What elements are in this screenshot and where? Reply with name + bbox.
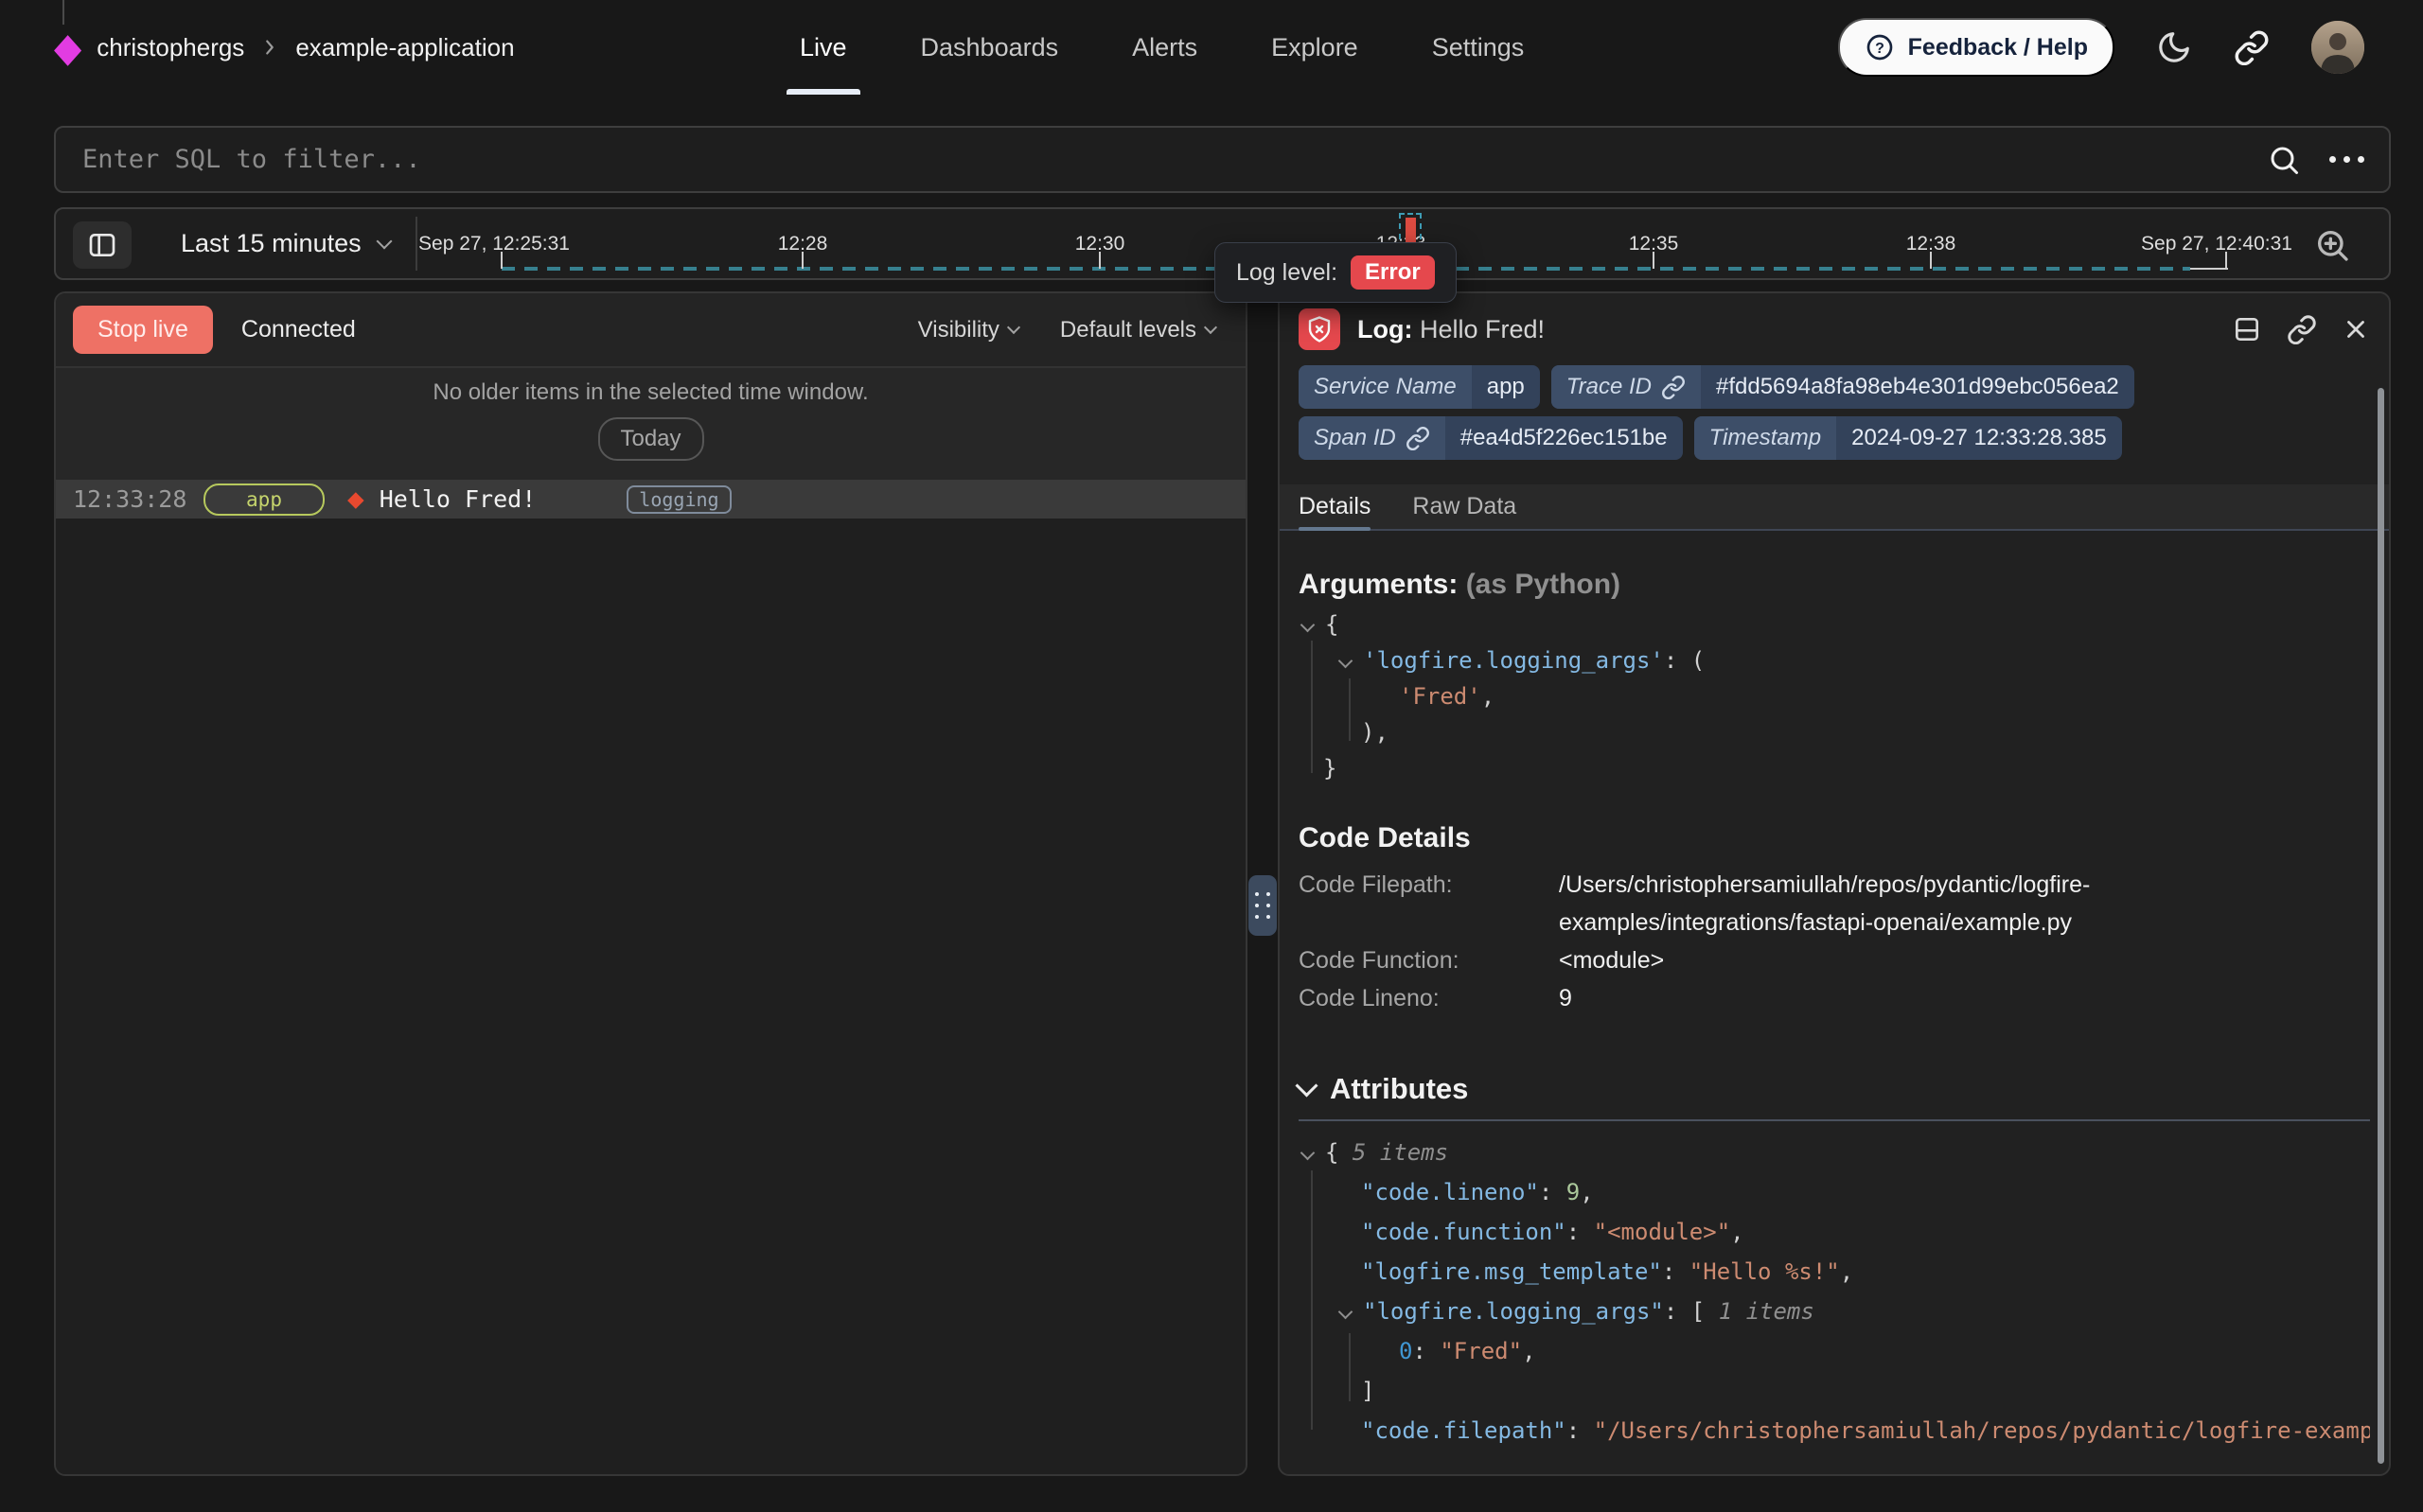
- today-button[interactable]: Today: [597, 417, 703, 461]
- more-options-icon[interactable]: [2329, 156, 2364, 163]
- attributes-heading[interactable]: Attributes: [1299, 1072, 2370, 1106]
- arguments-code-block: {'logfire.logging_args': ('Fred',),}: [1299, 607, 2370, 786]
- nav-tab-settings[interactable]: Settings: [1432, 0, 1525, 95]
- connection-status: Connected: [241, 316, 356, 343]
- empty-window-message: No older items in the selected time wind…: [56, 379, 1246, 406]
- timeline-axis-end: [2190, 268, 2228, 270]
- sql-filter-bar: [54, 126, 2391, 193]
- copy-link-icon[interactable]: [2287, 314, 2317, 344]
- service-badge: app: [203, 483, 325, 516]
- nav-tab-alerts[interactable]: Alerts: [1132, 0, 1197, 95]
- feedback-help-button[interactable]: ? Feedback / Help: [1838, 18, 2114, 77]
- nav-tab-dashboards[interactable]: Dashboards: [921, 0, 1059, 95]
- trace-id-badge[interactable]: Trace ID #fdd5694a8fa98eb4e301d99ebc056e…: [1551, 365, 2134, 409]
- link-icon: [1406, 426, 1430, 450]
- panel-resize-handle[interactable]: [1248, 875, 1277, 936]
- attributes-code-block: { 5 items"code.lineno": 9,"code.function…: [1299, 1133, 2370, 1450]
- nav-tab-explore[interactable]: Explore: [1271, 0, 1358, 95]
- breadcrumb-org[interactable]: christophergs: [97, 33, 244, 62]
- user-avatar[interactable]: [2311, 21, 2364, 74]
- share-link-icon[interactable]: [2234, 29, 2270, 65]
- detail-tabs: Details Raw Data: [1280, 484, 2389, 531]
- metadata-badges: Service Name app Trace ID #fdd5694a8fa98…: [1280, 363, 2389, 460]
- chevron-down-icon: [1295, 1074, 1318, 1097]
- scrollbar-thumb[interactable]: [2378, 388, 2384, 1464]
- zoom-in-icon[interactable]: [2313, 226, 2351, 264]
- divider: [1299, 1119, 2370, 1121]
- code-function-row: Code Function: <module>: [1299, 941, 2370, 979]
- default-levels-dropdown[interactable]: Default levels: [1060, 317, 1215, 343]
- log-message: Hello Fred!: [380, 485, 537, 513]
- question-circle-icon: ?: [1865, 32, 1895, 62]
- live-logs-panel: Stop live Connected Visibility Default l…: [54, 291, 1247, 1476]
- live-panel-header: Stop live Connected Visibility Default l…: [56, 293, 1246, 368]
- timeline-tick-label: Sep 27, 12:40:31: [2141, 233, 2292, 255]
- tab-raw-data[interactable]: Raw Data: [1412, 484, 1516, 529]
- sidebar-toggle-button[interactable]: [73, 221, 132, 269]
- time-range-select[interactable]: Last 15 minutes: [181, 209, 390, 278]
- chevron-down-icon: [376, 234, 392, 250]
- logfire-app: ◆ christophergs example-application Live…: [0, 0, 2423, 1512]
- span-id-badge[interactable]: Span ID #ea4d5f226ec151be: [1299, 416, 1683, 460]
- timestamp-badge[interactable]: Timestamp 2024-09-27 12:33:28.385: [1694, 416, 2122, 460]
- log-list-empty-area: [56, 519, 1246, 1474]
- service-name-badge[interactable]: Service Name app: [1299, 365, 1540, 409]
- svg-text:?: ?: [1875, 41, 1884, 57]
- error-shield-icon: [1299, 308, 1340, 350]
- error-level-badge: Error: [1351, 255, 1435, 290]
- nav-tab-live[interactable]: Live: [800, 0, 847, 95]
- chevron-down-icon: [1007, 321, 1020, 334]
- theme-moon-icon[interactable]: [2156, 29, 2192, 65]
- breadcrumb-project[interactable]: example-application: [295, 33, 514, 62]
- close-icon[interactable]: [2342, 315, 2370, 343]
- log-detail-panel: Log: Hello Fred! Service Name app: [1278, 291, 2391, 1476]
- breadcrumb: ◆ christophergs example-application: [54, 0, 515, 95]
- tooltip-label: Log level:: [1236, 259, 1337, 287]
- chevron-down-icon: [1204, 321, 1217, 334]
- chevron-right-icon: [259, 37, 280, 58]
- code-filepath-row: Code Filepath: /Users/christophersamiull…: [1299, 866, 2370, 941]
- sql-filter-input[interactable]: [80, 144, 2238, 175]
- logging-tag-badge: logging: [627, 485, 731, 514]
- log-time: 12:33:28: [73, 485, 186, 513]
- code-details-heading: Code Details: [1299, 822, 2370, 854]
- code-details-rows: Code Filepath: /Users/christophersamiull…: [1299, 866, 2370, 1017]
- timeline-tick-label: Sep 27, 12:25:31: [418, 233, 570, 255]
- nav-links: Live Dashboards Alerts Explore Settings: [800, 0, 1524, 95]
- error-diamond-icon: ◆: [347, 487, 364, 512]
- panel-layout-icon[interactable]: [2232, 314, 2262, 344]
- detail-title: Log: Hello Fred!: [1357, 315, 1545, 344]
- log-level-tooltip: Log level: Error: [1214, 242, 1457, 303]
- logfire-logo-icon[interactable]: ◆: [54, 27, 81, 68]
- detail-header: Log: Hello Fred!: [1280, 293, 2389, 363]
- arguments-heading: Arguments: (as Python): [1299, 569, 2370, 601]
- log-row[interactable]: 12:33:28 app ◆ Hello Fred! logging: [56, 480, 1246, 519]
- code-lineno-row: Code Lineno: 9: [1299, 979, 2370, 1017]
- link-icon: [1661, 375, 1686, 399]
- empty-window-section: No older items in the selected time wind…: [56, 368, 1246, 480]
- tab-details[interactable]: Details: [1299, 484, 1371, 529]
- nav-right: ? Feedback / Help: [1838, 0, 2364, 95]
- detail-content: Arguments: (as Python) {'logfire.logging…: [1280, 569, 2389, 1450]
- divider: [416, 217, 417, 271]
- top-nav: ◆ christophergs example-application Live…: [0, 0, 2423, 95]
- visibility-dropdown[interactable]: Visibility: [918, 317, 1018, 343]
- search-icon[interactable]: [2267, 143, 2301, 177]
- stop-live-button[interactable]: Stop live: [73, 306, 213, 354]
